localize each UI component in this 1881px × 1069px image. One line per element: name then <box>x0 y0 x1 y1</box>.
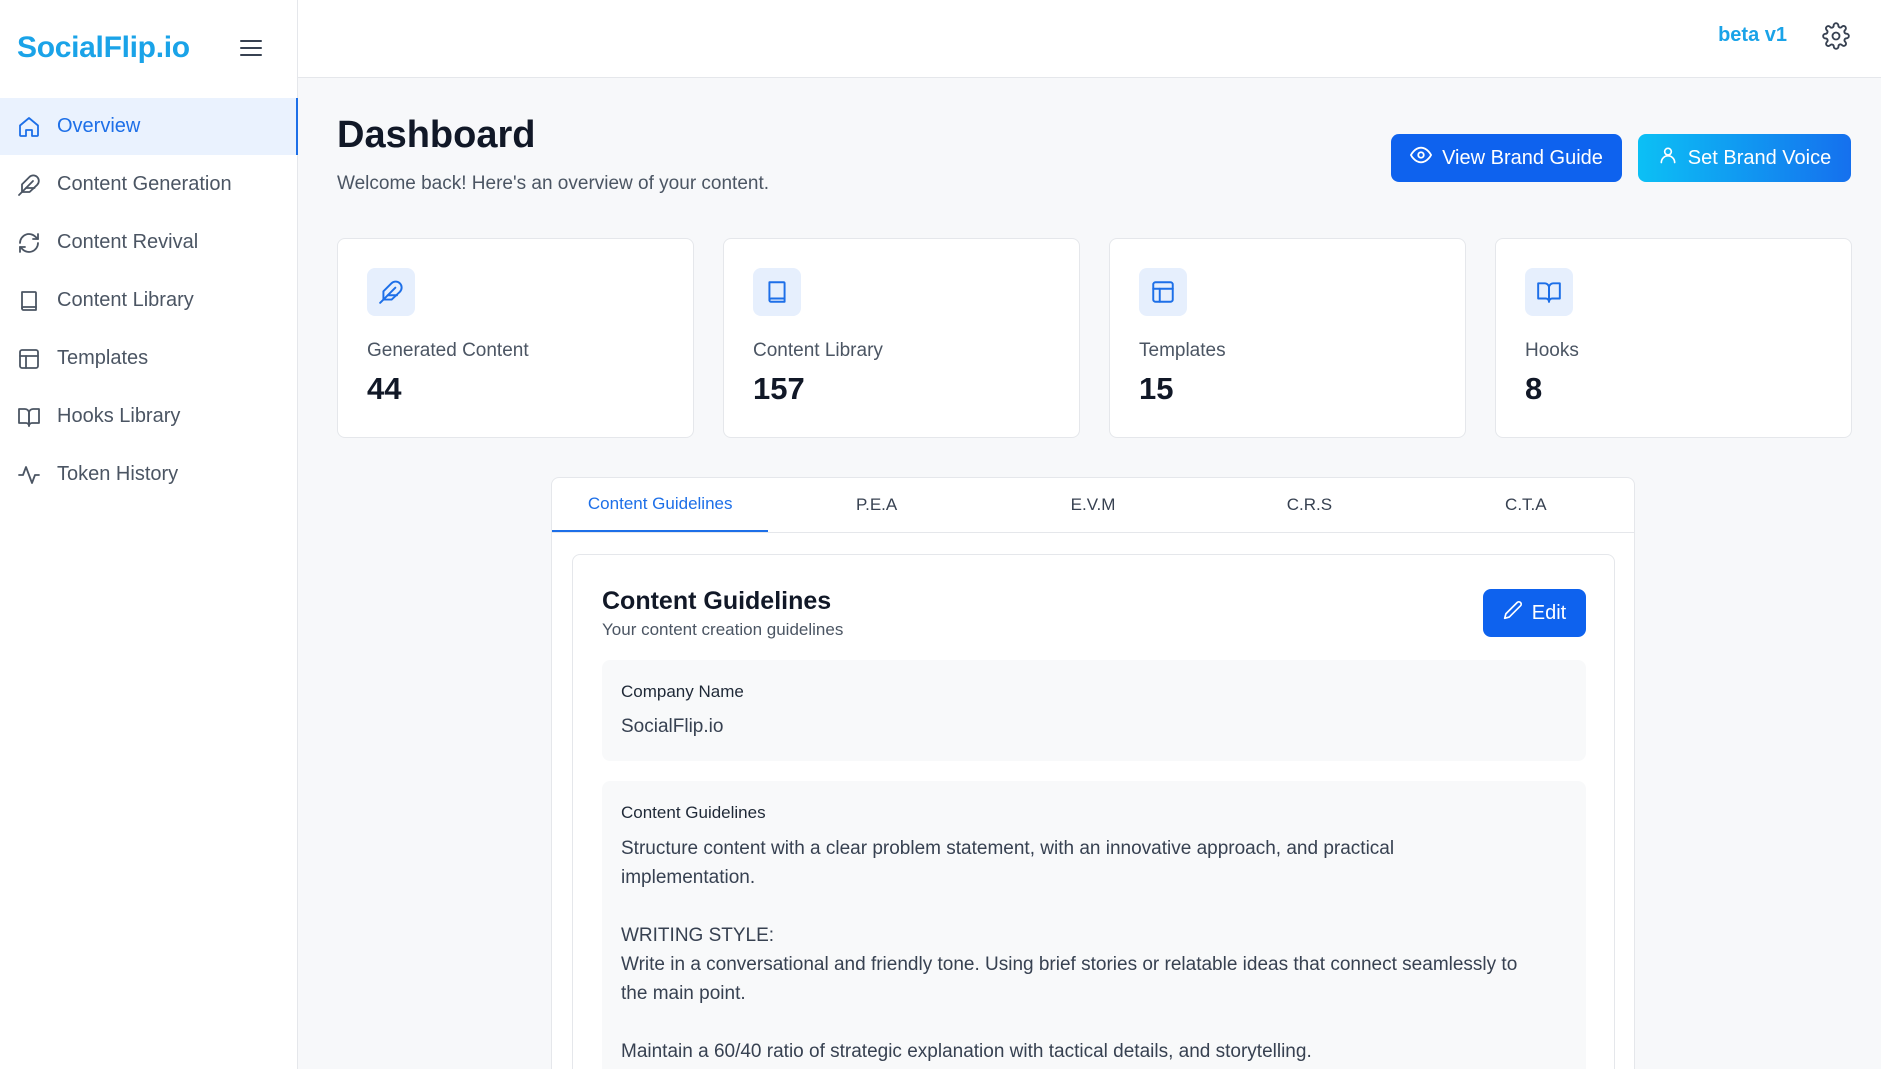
field-label: Content Guidelines <box>621 803 766 822</box>
book-open-icon <box>17 405 41 429</box>
field-label: Company Name <box>621 682 744 701</box>
sidebar-item-label: Templates <box>57 347 149 369</box>
stat-card-hooks[interactable]: Hooks 8 <box>1495 238 1852 438</box>
feather-icon <box>17 173 41 197</box>
edit-button[interactable]: Edit <box>1483 589 1586 637</box>
topbar: beta v1 <box>298 0 1881 78</box>
field-value: Structure content with a clear problem s… <box>621 838 1518 1062</box>
book-open-icon <box>1525 268 1573 316</box>
company-name-field: Company Name SocialFlip.io <box>602 660 1586 761</box>
sidebar: SocialFlip.io Overview Content Generatio… <box>0 0 298 1069</box>
sidebar-item-templates[interactable]: Templates <box>0 330 297 387</box>
guidelines-title: Content Guidelines <box>602 587 832 615</box>
stat-card-generated-content[interactable]: Generated Content 44 <box>337 238 694 438</box>
sidebar-item-label: Content Generation <box>57 173 232 195</box>
stat-label: Generated Content <box>367 340 529 361</box>
activity-icon <box>17 463 41 487</box>
tab-content-guidelines[interactable]: Content Guidelines <box>552 478 769 532</box>
stat-card-content-library[interactable]: Content Library 157 <box>723 238 1080 438</box>
guidelines-tabs-panel: Content Guidelines P.E.A E.V.M C.R.S C.T… <box>551 477 1635 1069</box>
guidelines-card: Content Guidelines Your content creation… <box>572 554 1615 1069</box>
button-label: Set Brand Voice <box>1687 146 1832 169</box>
sidebar-item-content-generation[interactable]: Content Generation <box>0 156 297 213</box>
stat-card-templates[interactable]: Templates 15 <box>1109 238 1466 438</box>
field-value: SocialFlip.io <box>621 716 724 737</box>
stat-value: 8 <box>1525 371 1543 406</box>
page-subtitle: Welcome back! Here's an overview of your… <box>337 173 770 194</box>
sidebar-item-label: Hooks Library <box>57 405 181 427</box>
sidebar-item-label: Content Library <box>57 289 194 311</box>
button-label: View Brand Guide <box>1442 146 1603 169</box>
stat-label: Templates <box>1139 340 1226 361</box>
tab-cta[interactable]: C.T.A <box>1418 478 1634 532</box>
page-title: Dashboard <box>337 114 536 156</box>
sidebar-item-hooks-library[interactable]: Hooks Library <box>0 388 297 445</box>
button-label: Edit <box>1531 601 1567 624</box>
sidebar-item-label: Overview <box>57 115 141 137</box>
book-icon <box>17 289 41 313</box>
tab-evm[interactable]: E.V.M <box>985 478 1201 532</box>
sidebar-item-label: Token History <box>57 463 179 485</box>
set-brand-voice-button[interactable]: Set Brand Voice <box>1638 134 1851 182</box>
tab-crs[interactable]: C.R.S <box>1201 478 1417 532</box>
sidebar-nav: Overview Content Generation Content Revi… <box>0 98 298 503</box>
stat-label: Hooks <box>1525 340 1579 361</box>
settings-gear-icon[interactable] <box>1822 22 1850 50</box>
stat-label: Content Library <box>753 340 883 361</box>
stat-value: 44 <box>367 371 402 406</box>
layout-icon <box>17 347 41 371</box>
sidebar-item-label: Content Revival <box>57 231 199 253</box>
version-badge: beta v1 <box>1718 24 1787 46</box>
view-brand-guide-button[interactable]: View Brand Guide <box>1391 134 1622 182</box>
sidebar-item-overview[interactable]: Overview <box>0 98 298 155</box>
book-icon <box>753 268 801 316</box>
home-icon <box>17 115 41 139</box>
guidelines-subtitle: Your content creation guidelines <box>602 620 844 639</box>
brand-row: SocialFlip.io <box>0 0 297 96</box>
pencil-icon <box>1503 600 1523 626</box>
tab-pea[interactable]: P.E.A <box>768 478 984 532</box>
layout-icon <box>1139 268 1187 316</box>
refresh-icon <box>17 231 41 255</box>
sidebar-item-content-library[interactable]: Content Library <box>0 272 297 329</box>
stat-value: 157 <box>753 371 805 406</box>
sidebar-item-token-history[interactable]: Token History <box>0 446 297 503</box>
brand-logo[interactable]: SocialFlip.io <box>17 31 190 65</box>
eye-icon <box>1410 144 1433 172</box>
feather-icon <box>367 268 415 316</box>
hamburger-menu-icon[interactable] <box>236 33 266 63</box>
tab-bar: Content Guidelines P.E.A E.V.M C.R.S C.T… <box>552 478 1634 533</box>
user-icon <box>1658 145 1678 171</box>
stat-value: 15 <box>1139 371 1174 406</box>
sidebar-item-content-revival[interactable]: Content Revival <box>0 214 297 271</box>
content-guidelines-field: Content Guidelines Structure content wit… <box>602 781 1586 1069</box>
